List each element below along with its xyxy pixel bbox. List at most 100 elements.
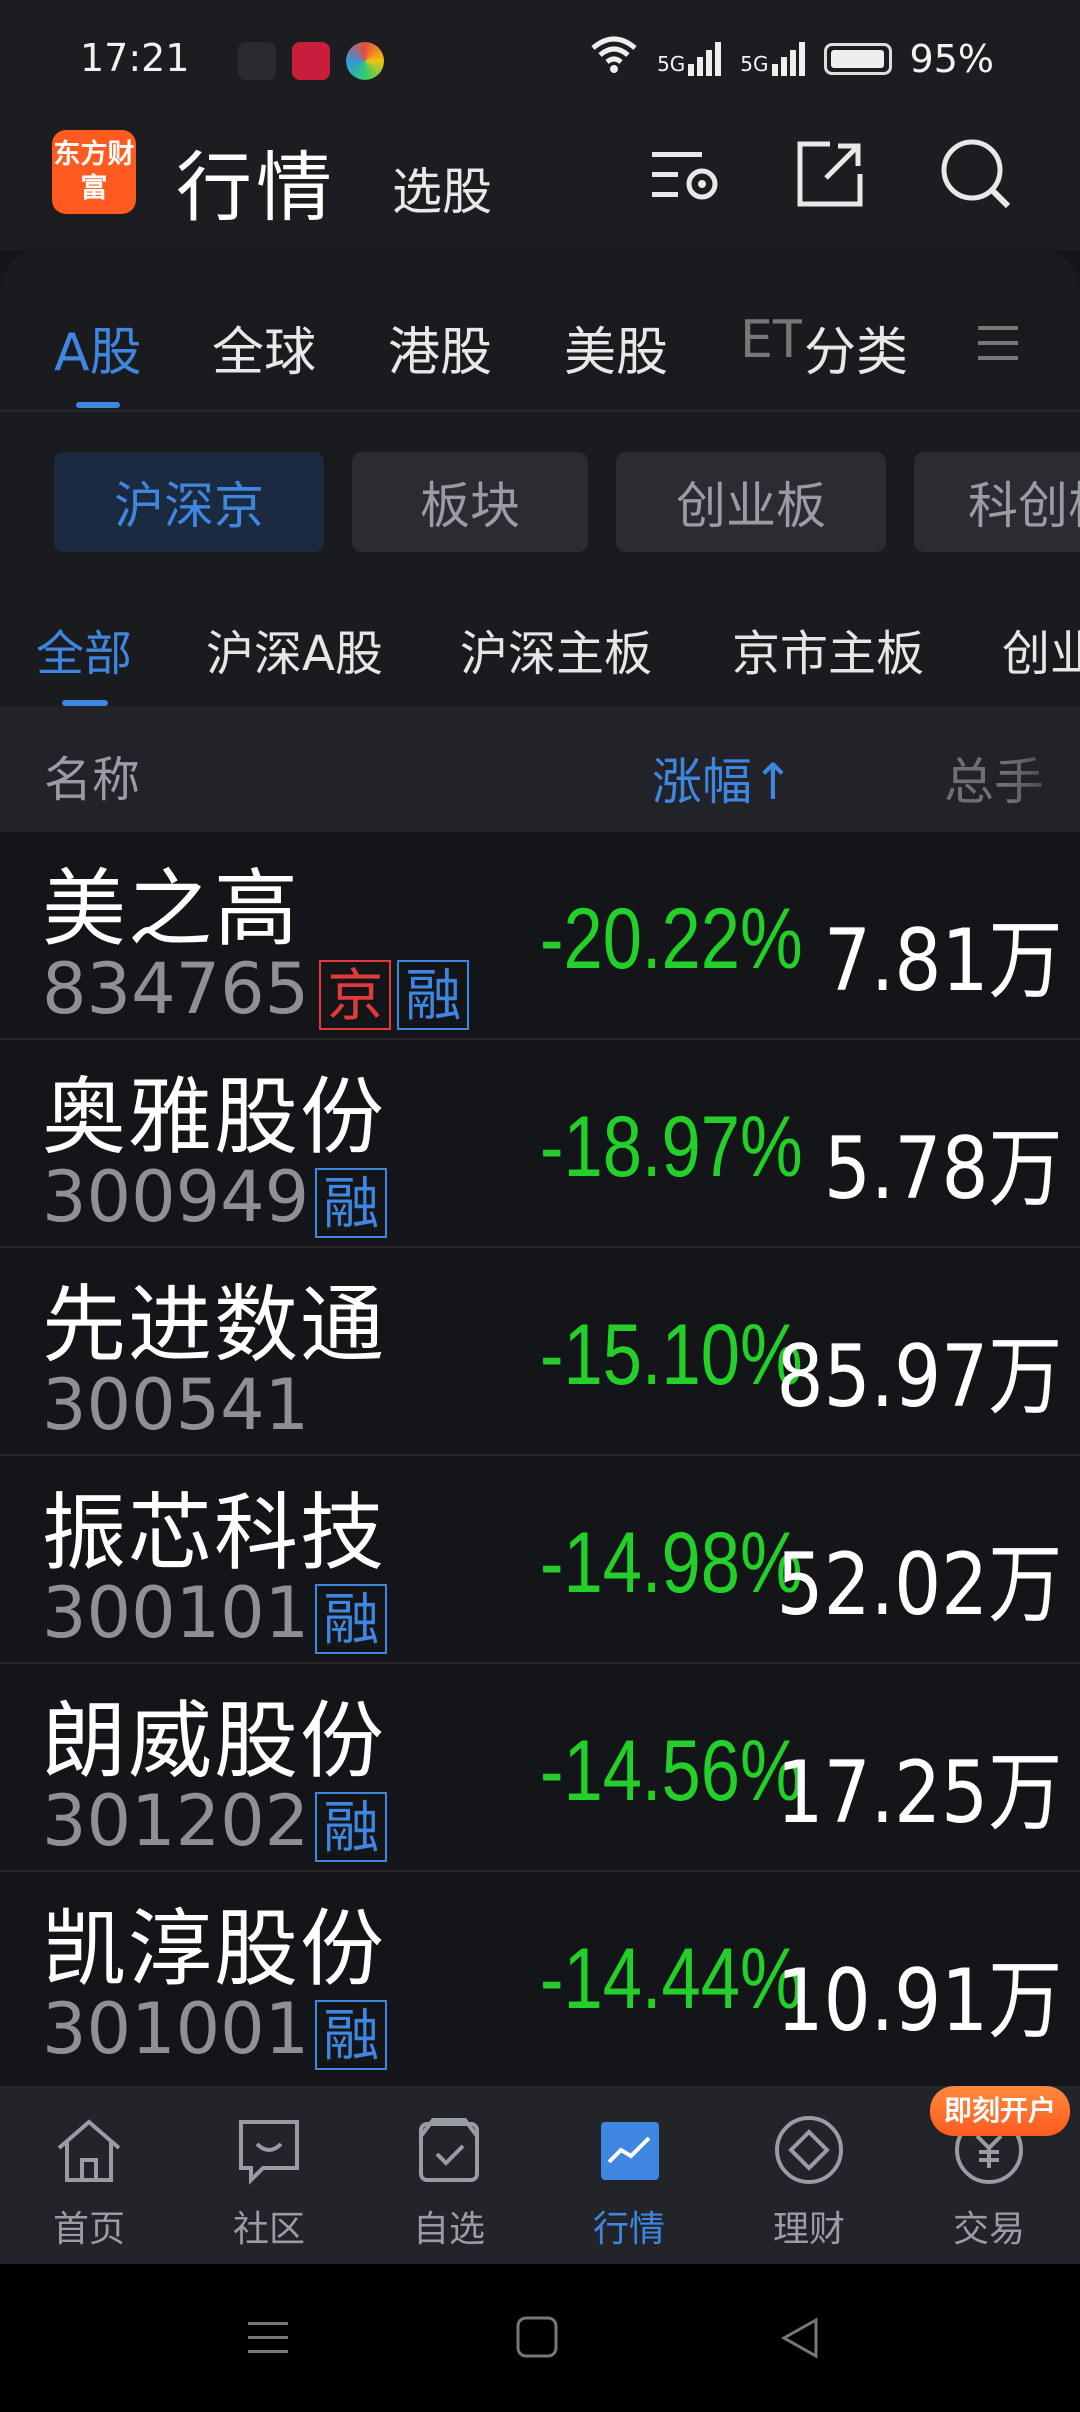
nav-watchlist[interactable]: 自选 (374, 2110, 524, 2252)
search-icon[interactable] (936, 134, 1016, 214)
battery-percent: 95% (909, 36, 994, 81)
stock-volume: 10.91万 (776, 1951, 1062, 2051)
wealth-icon (769, 2110, 849, 2190)
stock-code-wrap: 300101 融 (42, 1572, 388, 1654)
nav-trade-label: 交易 (952, 2209, 1025, 2250)
nav-wealth-label: 理财 (772, 2209, 845, 2250)
tab-us[interactable]: 美股 (564, 310, 668, 385)
nav-market[interactable]: 行情 (554, 2110, 704, 2252)
nav-community-label: 社区 (232, 2209, 305, 2250)
stock-volume: 5.78万 (823, 1119, 1062, 1219)
bottom-nav: 首页 社区 自选 行情 理财 交易 (0, 2088, 1080, 2264)
nav-home-label: 首页 (52, 2209, 125, 2250)
stock-code-wrap: 300541 (42, 1364, 309, 1446)
column-name: 名称 (44, 752, 141, 808)
stock-name: 振芯科技 (42, 1484, 387, 1582)
stock-code: 300101 (42, 1572, 310, 1654)
signal-icon-2: 5G (740, 41, 805, 76)
signal-label: 5G (657, 51, 686, 76)
chip-gem[interactable]: 创业板 (616, 452, 886, 552)
table-row[interactable]: 美之高 834765 京 融 -20.22% 7.81万 (0, 832, 1080, 1040)
chip-hushen-jing[interactable]: 沪深京 (54, 452, 324, 552)
app-color-icon (346, 42, 384, 80)
settings-icon[interactable] (648, 134, 728, 214)
beijing-tag: 京 (319, 960, 392, 1030)
menu-icon[interactable] (976, 320, 1022, 370)
tab-global[interactable]: 全球 (212, 310, 316, 385)
stock-volume: 85.97万 (776, 1327, 1062, 1427)
nav-community[interactable]: 社区 (194, 2110, 344, 2252)
stock-name: 朗威股份 (42, 1692, 387, 1790)
column-change-sort[interactable]: 涨幅↑ (652, 742, 794, 814)
home-button-icon[interactable] (514, 2314, 562, 2366)
stock-code: 834765 (42, 948, 310, 1030)
watchlist-icon (409, 2110, 489, 2190)
table-row[interactable]: 凯淳股份 301001 融 -14.44% 10.91万 (0, 1872, 1080, 2088)
stock-name: 奥雅股份 (42, 1068, 387, 1166)
stock-code-wrap: 301202 融 (42, 1780, 388, 1862)
stock-name: 凯淳股份 (42, 1900, 387, 1998)
filter-main-board[interactable]: 沪深主板 (460, 614, 652, 684)
stock-change: -15.10% (540, 1307, 803, 1403)
notification-icons (238, 42, 384, 80)
tab-indicator (76, 402, 120, 408)
stock-code: 300949 (42, 1156, 310, 1238)
nav-watchlist-label: 自选 (412, 2209, 485, 2250)
tab-hk[interactable]: 港股 (388, 310, 492, 385)
table-row[interactable]: 先进数通 300541 -15.10% 85.97万 (0, 1248, 1080, 1456)
stock-change: -14.56% (540, 1723, 803, 1819)
nav-market-label: 行情 (592, 2209, 665, 2250)
market-icon (589, 2110, 669, 2190)
filter-gem[interactable]: 创业 (1002, 614, 1080, 684)
table-row[interactable]: 振芯科技 300101 融 -14.98% 52.02万 (0, 1456, 1080, 1664)
stock-change: -20.22% (540, 891, 803, 987)
battery-icon (823, 42, 892, 75)
nav-wealth[interactable]: 理财 (734, 2110, 884, 2252)
stock-code-wrap: 301001 融 (42, 1988, 388, 2070)
stock-picker-link[interactable]: 选股 (392, 152, 492, 224)
stock-change: -18.97% (540, 1099, 803, 1195)
status-bar: 17:21 5G 5G 95% (0, 0, 1080, 110)
filter-all[interactable]: 全部 (36, 614, 132, 684)
stock-volume: 52.02万 (776, 1535, 1062, 1635)
chip-sector[interactable]: 板块 (352, 452, 588, 552)
signal-label-2: 5G (740, 51, 769, 76)
share-icon[interactable] (790, 134, 870, 214)
chip-star-market[interactable]: 科创板 (914, 452, 1080, 552)
nav-home[interactable]: 首页 (14, 2110, 164, 2252)
stock-change: -14.98% (540, 1515, 803, 1611)
stock-code: 300541 (42, 1364, 310, 1446)
table-row[interactable]: 奥雅股份 300949 融 -18.97% 5.78万 (0, 1040, 1080, 1248)
stock-volume: 17.25万 (776, 1743, 1062, 1843)
status-right: 5G 5G 95% (589, 34, 994, 83)
table-row[interactable]: 朗威股份 301202 融 -14.56% 17.25万 (0, 1664, 1080, 1872)
stock-code: 301001 (42, 1988, 310, 2070)
stock-code-wrap: 834765 京 融 (42, 948, 470, 1030)
community-icon (229, 2110, 309, 2190)
column-fade (1010, 706, 1080, 832)
wifi-icon (589, 34, 639, 83)
tab-category[interactable]: 分类 (802, 310, 909, 385)
signal-icon: 5G (657, 41, 722, 76)
app-header: 东方财富 行情 选股 (0, 110, 1080, 250)
system-nav-bar (0, 2264, 1080, 2412)
open-account-badge[interactable]: 即刻开户 (930, 2086, 1070, 2136)
app-logo[interactable]: 东方财富 (52, 130, 136, 214)
table-header: 名称 涨幅↑ 总手 (0, 706, 1080, 832)
divider (0, 410, 1080, 412)
filter-hushen-a[interactable]: 沪深A股 (206, 614, 383, 684)
home-icon (49, 2110, 129, 2190)
filter-jing-main[interactable]: 京市主板 (732, 614, 924, 684)
stock-code-wrap: 300949 融 (42, 1156, 388, 1238)
stock-volume: 7.81万 (823, 911, 1062, 1011)
app-notification-icon (238, 42, 276, 80)
stock-name: 先进数通 (42, 1276, 387, 1374)
margin-tag: 融 (397, 960, 470, 1030)
tab-etf[interactable]: ET (740, 310, 805, 370)
recent-apps-icon[interactable] (244, 2314, 292, 2366)
back-icon[interactable] (776, 2314, 824, 2366)
margin-tag: 融 (315, 1168, 388, 1238)
stock-name: 美之高 (42, 860, 301, 958)
status-time: 17:21 (80, 36, 190, 80)
tab-a-shares[interactable]: A股 (54, 310, 142, 385)
